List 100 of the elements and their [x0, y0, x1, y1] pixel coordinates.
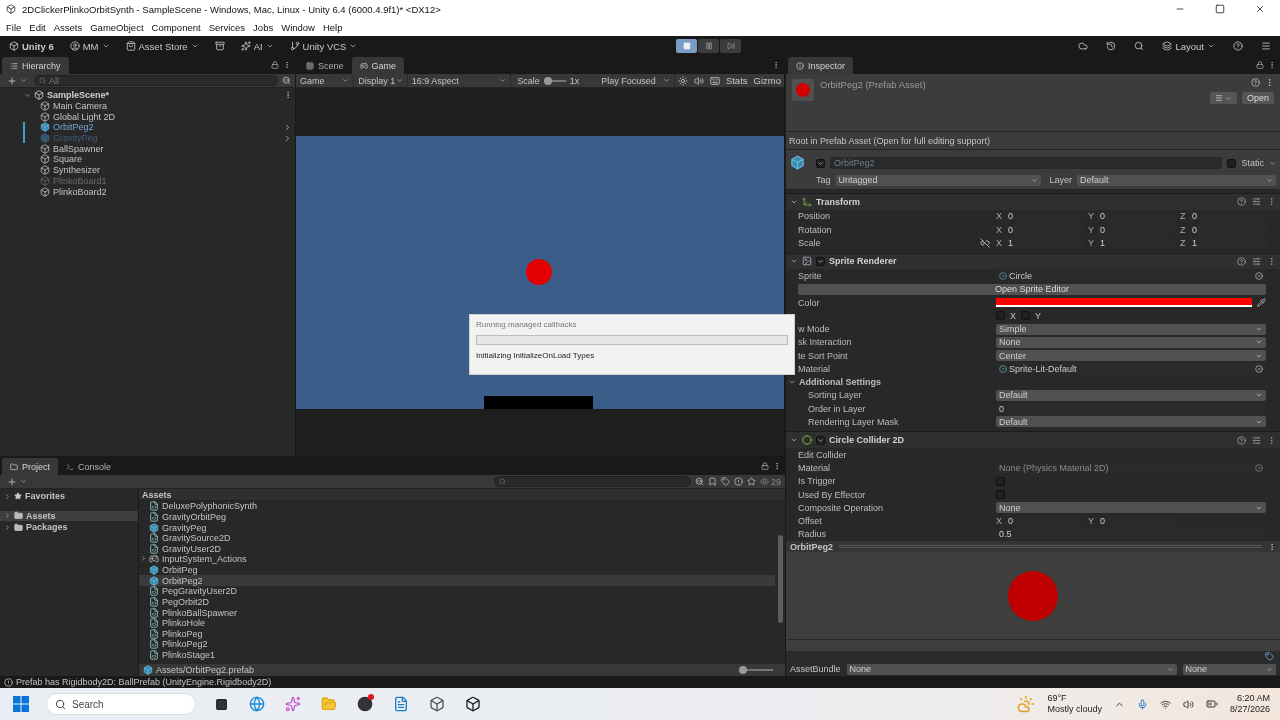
- dropdown[interactable]: Simple: [996, 323, 1266, 335]
- archive-icon: [214, 41, 225, 51]
- slider-thumb[interactable]: [739, 666, 747, 674]
- start-button[interactable]: [10, 693, 32, 715]
- asset-item[interactable]: PlinkoHole: [139, 617, 775, 629]
- asset-item[interactable]: PlinkoStage1: [139, 649, 775, 661]
- tag-dropdown[interactable]: Untagged: [835, 174, 1041, 186]
- bundle-dropdown[interactable]: None: [846, 663, 1177, 675]
- asset-item[interactable]: GravityPeg: [139, 522, 775, 533]
- menu-item[interactable]: Assets: [49, 19, 87, 35]
- menu-item[interactable]: Services: [204, 19, 250, 35]
- vcs-dropdown[interactable]: Unity VCS: [286, 38, 361, 54]
- asset-item[interactable]: OrbitPeg: [139, 564, 775, 576]
- layout-dropdown[interactable]: Layout: [1159, 38, 1218, 54]
- sliders-icon: [1252, 435, 1261, 445]
- field-label: Color: [798, 297, 820, 308]
- aspect-dropdown[interactable]: 16:9 Aspect: [407, 73, 512, 88]
- foldout[interactable]: Additional Settings: [788, 377, 881, 388]
- color-field[interactable]: [996, 298, 1252, 308]
- sparkle-icon: [240, 41, 251, 51]
- hierarchy-item[interactable]: Main Camera: [53, 101, 108, 112]
- tree-item[interactable]: Packages: [0, 522, 138, 533]
- asset-item[interactable]: GravitySource2D: [139, 532, 775, 544]
- object-field[interactable]: Sprite-Lit-Default: [996, 363, 1266, 375]
- tree-item[interactable]: Favorites: [0, 491, 138, 502]
- dropdown[interactable]: Default: [996, 416, 1266, 428]
- object-field[interactable]: None (Physics Material 2D): [996, 462, 1266, 474]
- options-dropdown[interactable]: [1209, 92, 1237, 104]
- panel-tab[interactable]: Hierarchy: [2, 57, 69, 74]
- pause-button[interactable]: [698, 39, 719, 53]
- hierarchy-item[interactable]: BallSpawner: [53, 143, 104, 154]
- stats-button[interactable]: Stats: [722, 72, 751, 89]
- play-button[interactable]: [676, 39, 697, 53]
- asset-item[interactable]: InputSystem_Actions: [139, 554, 775, 565]
- menu-item[interactable]: Edit: [25, 19, 50, 35]
- open-button[interactable]: Open: [1241, 92, 1274, 104]
- static-checkbox[interactable]: [1227, 158, 1237, 168]
- stop-icon: [682, 42, 691, 50]
- component-header[interactable]: Transform: [786, 193, 1280, 210]
- menu-item[interactable]: Window: [277, 19, 319, 35]
- dropdown[interactable]: None: [996, 502, 1266, 514]
- label-icon: [1265, 652, 1274, 661]
- ai-dropdown[interactable]: AI: [237, 38, 277, 54]
- view-tab[interactable]: Scene: [298, 57, 352, 74]
- hierarchy-item[interactable]: Square: [53, 154, 83, 165]
- scrollbar[interactable]: [778, 535, 783, 623]
- window-title: 2DClickerPlinkoOrbitSynth - SampleScene - Windows, Mac, Linux - Unity 6.4 (6000.4.9f1)* <DX12>: [22, 3, 441, 15]
- asset-item[interactable]: OrbitPeg2: [139, 575, 775, 586]
- component-header[interactable]: Sprite Renderer: [786, 252, 1280, 270]
- asset-item[interactable]: GravityOrbitPeg: [139, 511, 775, 523]
- scale-slider[interactable]: [543, 79, 566, 82]
- component-header[interactable]: Circle Collider 2D: [786, 431, 1280, 449]
- display-dropdown[interactable]: Display 1: [354, 73, 408, 88]
- dropdown[interactable]: Center: [996, 350, 1266, 362]
- menu-item[interactable]: Jobs: [249, 19, 278, 35]
- taskbar-search[interactable]: Search: [46, 693, 196, 715]
- asset-item[interactable]: DeluxePolyphonicSynth: [139, 501, 775, 512]
- editor-button[interactable]: Open Sprite Editor: [798, 283, 1266, 295]
- asset-item[interactable]: PlinkoPeg: [139, 628, 775, 640]
- layer-dropdown[interactable]: Default: [1077, 174, 1276, 186]
- asset-item[interactable]: PegOrbit2D: [139, 596, 775, 608]
- variant-dropdown[interactable]: None: [1182, 663, 1276, 675]
- menu-item[interactable]: Help: [318, 19, 347, 35]
- hierarchy-item[interactable]: OrbitPeg2: [53, 122, 94, 133]
- dropdown[interactable]: Default: [996, 389, 1266, 401]
- dropdown[interactable]: None: [996, 336, 1266, 348]
- search-field[interactable]: [494, 476, 691, 487]
- step-button[interactable]: [720, 39, 741, 53]
- axis-label: Y: [1088, 516, 1094, 527]
- asset-item[interactable]: PlinkoBallSpawner: [139, 607, 775, 618]
- account-dropdown[interactable]: MM: [66, 38, 113, 54]
- object-field[interactable]: Circle: [996, 270, 1266, 282]
- name-field[interactable]: OrbitPeg2: [830, 157, 1223, 169]
- view-tab[interactable]: Game: [351, 57, 405, 74]
- gizmos-button[interactable]: Gizmo: [750, 72, 784, 89]
- asset-item[interactable]: PegGravityUser2D: [139, 586, 775, 597]
- unity-button[interactable]: Unity 6: [6, 38, 57, 54]
- panel-tab[interactable]: Console: [58, 458, 120, 475]
- asset-item[interactable]: PlinkoPeg2: [139, 639, 775, 650]
- caret-icon: [395, 77, 403, 84]
- axes-icon: [802, 196, 812, 207]
- panel-tab[interactable]: Inspector: [788, 57, 854, 74]
- menu-item[interactable]: File: [2, 19, 26, 35]
- panel-tab[interactable]: Project: [2, 458, 58, 475]
- hierarchy-item[interactable]: PlinkoBoard2: [53, 186, 107, 197]
- help-button[interactable]: [1230, 38, 1246, 54]
- constrain-toggle[interactable]: [980, 238, 990, 251]
- menu-item[interactable]: GameObject: [86, 19, 148, 35]
- asset-store-dropdown[interactable]: Asset Store: [122, 38, 202, 54]
- menu-item[interactable]: Component: [147, 19, 205, 35]
- hierarchy-item[interactable]: Global Light 2D: [53, 111, 116, 122]
- play-mode-dropdown[interactable]: Play Focused: [597, 73, 675, 88]
- expand-icon: [4, 492, 11, 500]
- hierarchy-item[interactable]: Synthesizer: [53, 165, 101, 176]
- mode-dropdown[interactable]: Game: [296, 73, 355, 88]
- tree-item[interactable]: Assets: [0, 510, 138, 521]
- scene-label[interactable]: SampleScene*: [47, 90, 110, 101]
- script-icon: [149, 533, 159, 544]
- asset-item[interactable]: GravityUser2D: [139, 543, 775, 555]
- slider-thumb[interactable]: [543, 76, 552, 85]
